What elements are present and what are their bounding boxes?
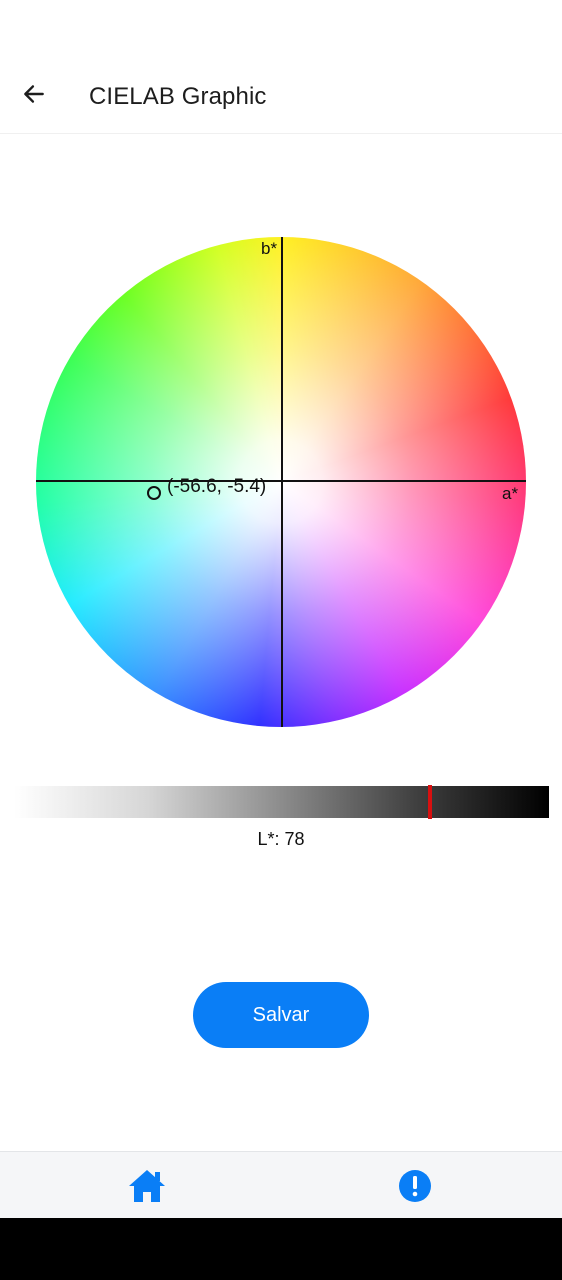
lightness-slider-marker[interactable] [428,785,432,819]
lightness-value-label: L*: 78 [257,829,305,849]
nav-home-button[interactable] [125,1164,169,1208]
system-navigation-bar [0,1218,562,1280]
nav-info-button[interactable] [393,1164,437,1208]
arrow-left-icon [24,85,44,103]
lightness-slider[interactable] [14,786,549,818]
b-axis-line [281,237,283,727]
bottom-navigation [0,1151,562,1218]
cielab-color-wheel[interactable]: b* a* (-56.6, -5.4) [36,237,526,727]
alert-circle-icon [399,1170,431,1202]
selected-color-point[interactable] [147,486,161,500]
point-coordinates-label: (-56.6, -5.4) [167,476,267,497]
app-bar: CIELAB Graphic [0,48,562,134]
status-bar [0,0,562,48]
home-icon [129,1170,165,1202]
b-axis-label: b* [261,239,278,258]
back-button[interactable] [14,74,54,114]
page-title: CIELAB Graphic [89,83,267,110]
save-button[interactable]: Salvar [193,982,369,1048]
a-axis-label: a* [502,484,519,503]
